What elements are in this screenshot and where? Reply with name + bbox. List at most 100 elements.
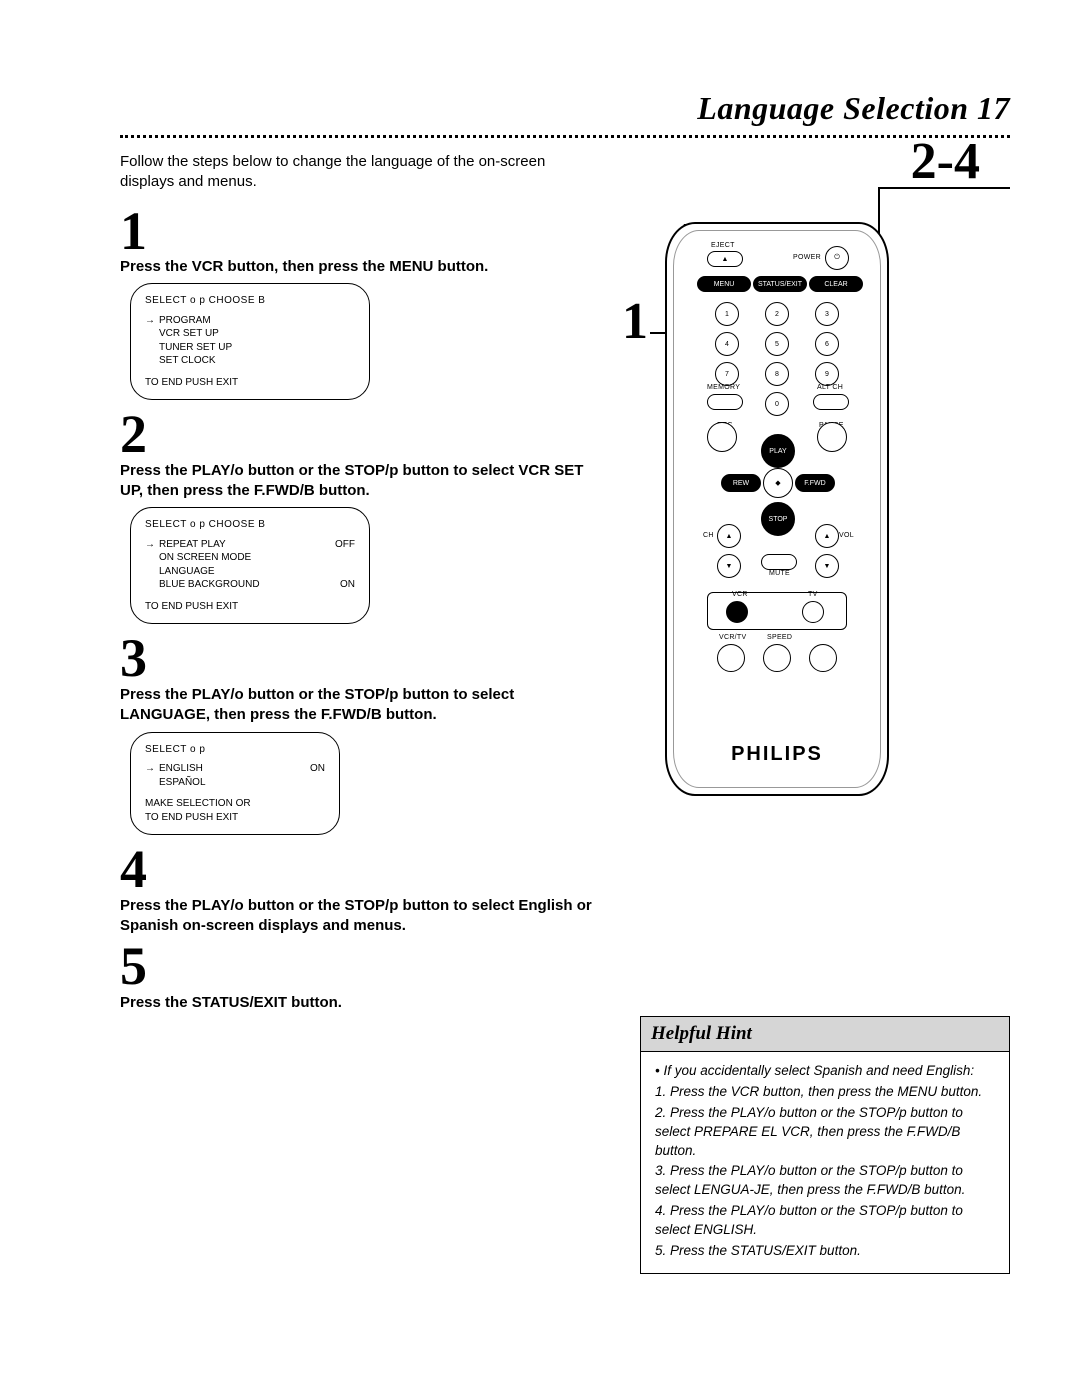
brand-logo: PHILIPS [667,743,887,766]
extra-button [809,644,837,672]
num-label: 3 [816,303,838,325]
osd2-item-label: BLUE BACKGROUND [145,578,260,592]
altch-label: ALT CH [817,384,843,391]
osd-screen-1: SELECT o p CHOOSE B PROGRAM VCR SET UP T… [130,283,370,400]
menu-button: MENU [697,276,751,292]
down-icon: ▼ [816,555,838,577]
status-exit-button: STATUS/EXIT [753,276,807,292]
osd2-item-value: OFF [335,538,355,552]
osd2-footer: TO END PUSH EXIT [145,600,355,614]
osd3-item-value: ON [310,762,325,776]
rec-button [707,422,737,452]
right-column: 2-4 5 1 EJECT ▲ POWER ⏻ MENU STATUS/EXIT [640,152,1010,1274]
up-icon: ▲ [718,525,740,547]
num-label: 9 [816,363,838,385]
osd-screen-2: SELECT o p CHOOSE B REPEAT PLAY OFF ON SC… [130,507,370,624]
step-number-2: 2 [120,410,600,459]
page-header: Language Selection 17 [120,90,1010,127]
step-body-4: Press the PLAY/o button or the STOP/p bu… [120,896,600,937]
hint-item: 5. Press the STATUS/EXIT button. [655,1242,995,1261]
vol-label: VOL [839,532,854,539]
rew-button: REW [721,474,761,492]
osd2-header: SELECT o p CHOOSE B [145,518,355,532]
mute-label: MUTE [769,570,790,577]
step-body-2: Press the PLAY/o button or the STOP/p bu… [120,461,600,502]
num-2-button: 2 [765,302,789,326]
ch-down-button: ▼ [717,554,741,578]
osd2-item-label: ON SCREEN MODE [145,551,251,565]
tv-label: TV [808,591,818,598]
speed-label: SPEED [767,634,792,641]
eject-icon: ▲ [708,252,742,266]
remote-body: EJECT ▲ POWER ⏻ MENU STATUS/EXIT CLEAR 1… [665,222,889,796]
num-9-button: 9 [815,362,839,386]
play-label: PLAY [762,435,794,467]
ffwd-label: F.FWD [796,475,834,491]
osd1-item: PROGRAM [145,314,355,328]
speed-button [763,644,791,672]
ffwd-button: F.FWD [795,474,835,492]
callout-number-1: 1 [622,292,648,351]
osd1-item: SET CLOCK [145,354,355,368]
osd1-item: VCR SET UP [145,327,355,341]
hint-item-text: Press the PLAY/o button or the STOP/p bu… [655,1203,963,1237]
remote-illustration: EJECT ▲ POWER ⏻ MENU STATUS/EXIT CLEAR 1… [665,222,885,796]
hint-item: 2. Press the PLAY/o button or the STOP/p… [655,1104,995,1161]
num-4-button: 4 [715,332,739,356]
divider-dotted [120,135,1010,138]
play-button: PLAY [761,434,795,468]
transport-center-icon: ◆ [763,468,793,498]
osd2-item-value: ON [340,578,355,592]
num-0-button: 0 [765,392,789,416]
num-3-button: 3 [815,302,839,326]
helpful-hint-box: Helpful Hint • If you accidentally selec… [640,1016,1010,1274]
ch-label: CH [703,532,714,539]
step-body-3: Press the PLAY/o button or the STOP/p bu… [120,685,600,726]
num-label: 0 [766,393,788,415]
num-1-button: 1 [715,302,739,326]
osd1-item: TUNER SET UP [145,341,355,355]
num-label: 5 [766,333,788,355]
osd3-footer2: TO END PUSH EXIT [145,811,325,825]
two-column-layout: Follow the steps below to change the lan… [120,152,1010,1274]
stop-button: STOP [761,502,795,536]
num-label: 6 [816,333,838,355]
hint-item-text: Press the PLAY/o button or the STOP/p bu… [655,1163,965,1197]
step-number-1: 1 [120,207,600,256]
osd3-header: SELECT o p [145,743,325,757]
osd2-item-label: LANGUAGE [145,565,215,579]
hint-body: • If you accidentally select Spanish and… [641,1052,1009,1273]
osd3-item-label: ENGLISH [145,762,203,776]
rew-label: REW [722,475,760,491]
hint-item: 4. Press the PLAY/o button or the STOP/p… [655,1202,995,1240]
step-number-3: 3 [120,634,600,683]
page-title: Language Selection 17 [697,90,1010,126]
num-5-button: 5 [765,332,789,356]
memory-label: MEMORY [707,384,740,391]
callout-line [880,187,1010,189]
eject-button: ▲ [707,251,743,267]
osd2-item-label: REPEAT PLAY [145,538,226,552]
step-number-5: 5 [120,942,600,991]
num-8-button: 8 [765,362,789,386]
step-body-1: Press the VCR button, then press the MEN… [120,257,600,277]
vcr-label: VCR [732,591,748,598]
osd-screen-3: SELECT o p ENGLISH ON ESPAÑOL MAKE SELECT… [130,732,340,836]
vol-up-button: ▲ [815,524,839,548]
left-column: Follow the steps below to change the lan… [120,152,600,1274]
hint-item-text: Press the VCR button, then press the MEN… [670,1084,982,1099]
step-body-5: Press the STATUS/EXIT button. [120,993,600,1013]
power-label: POWER [793,254,821,261]
num-label: 1 [716,303,738,325]
pause-button [817,422,847,452]
eject-label: EJECT [711,242,735,249]
altch-button [813,394,849,410]
osd3-item-label: ESPAÑOL [145,776,206,790]
osd3-footer1: MAKE SELECTION OR [145,797,325,811]
memory-button [707,394,743,410]
osd1-footer: TO END PUSH EXIT [145,376,355,390]
vcrtv-label: VCR/TV [719,634,746,641]
hint-item: 3. Press the PLAY/o button or the STOP/p… [655,1162,995,1200]
diamond-icon: ◆ [764,469,792,497]
hint-item-text: Press the PLAY/o button or the STOP/p bu… [655,1105,963,1158]
